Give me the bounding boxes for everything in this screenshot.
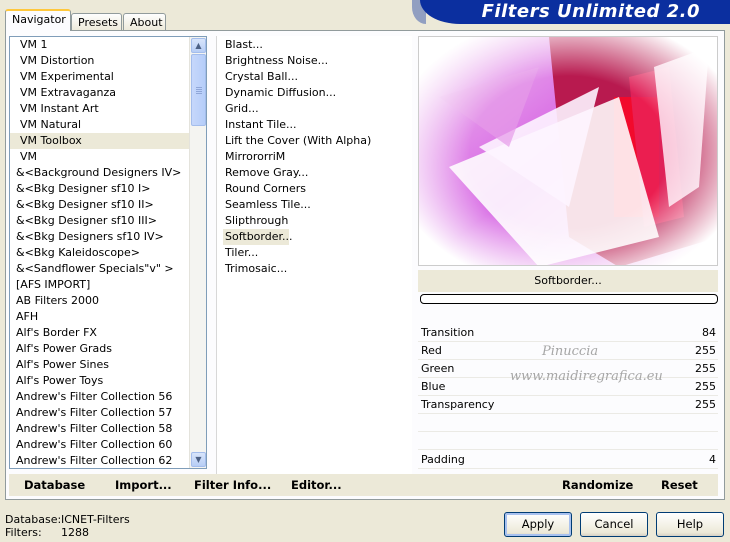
category-item[interactable]: VM Toolbox xyxy=(10,133,190,149)
param-transparency[interactable]: Transparency 255 xyxy=(418,396,718,414)
tab-presets[interactable]: Presets xyxy=(71,13,122,31)
param-value: 255 xyxy=(695,380,716,393)
status-area: Database:ICNET-Filters Filters: 1288 xyxy=(5,513,130,539)
filter-item[interactable]: Blast... xyxy=(217,37,412,53)
database-button[interactable]: Database xyxy=(24,478,85,492)
param-value: 255 xyxy=(695,344,716,357)
randomize-button[interactable]: Randomize xyxy=(562,478,633,492)
param-empty xyxy=(418,432,718,450)
param-label: Red xyxy=(421,344,442,357)
action-bar: Database Import... Filter Info... Editor… xyxy=(9,474,718,496)
import-button[interactable]: Import... xyxy=(115,478,172,492)
category-item[interactable]: Andrew's Filter Collection 60 xyxy=(10,437,190,453)
status-filters-label: Filters: xyxy=(5,526,42,539)
filter-items: Blast... Brightness Noise... Crystal Ball.… xyxy=(217,36,412,277)
filter-item[interactable]: Tiler... xyxy=(217,245,412,261)
category-item[interactable]: Alf's Border FX xyxy=(10,325,190,341)
filter-name-label: Softborder... xyxy=(418,270,718,292)
param-transition[interactable]: Transition 84 xyxy=(418,324,718,342)
apply-button[interactable]: Apply xyxy=(504,512,572,537)
category-item[interactable]: VM xyxy=(10,149,190,165)
filter-item[interactable]: Brightness Noise... xyxy=(217,53,412,69)
filter-item[interactable]: Softborder... xyxy=(223,229,293,245)
category-item[interactable]: &<Bkg Designer sf10 II> xyxy=(10,197,190,213)
app-title-banner: Filters Unlimited 2.0 xyxy=(412,0,730,24)
category-scrollbar[interactable]: ▲ ▼ xyxy=(189,37,206,468)
category-item[interactable]: &<Bkg Designer sf10 III> xyxy=(10,213,190,229)
scroll-up-icon[interactable]: ▲ xyxy=(191,38,206,53)
category-item[interactable]: VM Instant Art xyxy=(10,101,190,117)
status-database-label: Database: xyxy=(5,513,62,526)
param-label: Transparency xyxy=(421,398,495,411)
category-item[interactable]: Andrew's Filter Collection 62 xyxy=(10,453,190,468)
category-item[interactable]: Alf's Power Sines xyxy=(10,357,190,373)
param-green[interactable]: Green 255 xyxy=(418,360,718,378)
category-list[interactable]: VM 1 VM Distortion VM Experimental VM Extra… xyxy=(9,36,207,469)
filter-info-button[interactable]: Filter Info... xyxy=(194,478,271,492)
param-value: 255 xyxy=(695,398,716,411)
category-items: VM 1 VM Distortion VM Experimental VM Extra… xyxy=(10,37,190,468)
status-database-value: ICNET-Filters xyxy=(61,513,130,526)
category-item[interactable]: &<Bkg Designers sf10 IV> xyxy=(10,229,190,245)
param-label: Blue xyxy=(421,380,446,393)
param-value: 84 xyxy=(702,326,716,339)
category-item[interactable]: Andrew's Filter Collection 57 xyxy=(10,405,190,421)
status-filters-value: 1288 xyxy=(61,526,89,539)
category-item[interactable]: AFH xyxy=(10,309,190,325)
filter-item[interactable]: Crystal Ball... xyxy=(217,69,412,85)
tab-about[interactable]: About xyxy=(123,13,166,31)
filter-item[interactable]: Seamless Tile... xyxy=(217,197,412,213)
filter-item[interactable]: Remove Gray... xyxy=(217,165,412,181)
category-item[interactable]: &<Sandflower Specials"v" > xyxy=(10,261,190,277)
param-red[interactable]: Red 255 xyxy=(418,342,718,360)
param-value: 255 xyxy=(695,362,716,375)
category-item[interactable]: [AFS IMPORT] xyxy=(10,277,190,293)
category-item[interactable]: VM Natural xyxy=(10,117,190,133)
category-item[interactable]: &<Background Designers IV> xyxy=(10,165,190,181)
category-item[interactable]: VM Distortion xyxy=(10,53,190,69)
category-item[interactable]: Alf's Power Grads xyxy=(10,341,190,357)
category-item[interactable]: VM Extravaganza xyxy=(10,85,190,101)
category-item[interactable]: VM 1 xyxy=(10,37,190,53)
scroll-down-icon[interactable]: ▼ xyxy=(191,452,206,467)
category-item[interactable]: &<Bkg Designer sf10 I> xyxy=(10,181,190,197)
param-padding[interactable]: Padding 4 xyxy=(418,451,718,469)
filter-item[interactable]: Lift the Cover (With Alpha) xyxy=(217,133,412,149)
category-item[interactable]: Andrew's Filter Collection 58 xyxy=(10,421,190,437)
category-item[interactable]: VM Experimental xyxy=(10,69,190,85)
help-button[interactable]: Help xyxy=(656,512,724,537)
filter-item[interactable]: Slipthrough xyxy=(217,213,412,229)
reset-button[interactable]: Reset xyxy=(661,478,698,492)
progress-bar xyxy=(420,294,718,304)
filter-item[interactable]: Trimosaic... xyxy=(217,261,412,277)
param-value: 4 xyxy=(709,453,716,466)
parameter-list: Transition 84 Red 255 Green 255 Blue 255 Tra… xyxy=(418,324,718,450)
category-item[interactable]: &<Bkg Kaleidoscope> xyxy=(10,245,190,261)
param-label: Padding xyxy=(421,453,465,466)
filter-item[interactable]: Round Corners xyxy=(217,181,412,197)
editor-button[interactable]: Editor... xyxy=(291,478,342,492)
preview-image xyxy=(418,36,718,266)
filter-list[interactable]: Blast... Brightness Noise... Crystal Ball.… xyxy=(216,36,412,496)
filter-item[interactable]: Grid... xyxy=(217,101,412,117)
param-blue[interactable]: Blue 255 xyxy=(418,378,718,396)
filter-item[interactable]: Dynamic Diffusion... xyxy=(217,85,412,101)
param-label: Green xyxy=(421,362,455,375)
param-label: Transition xyxy=(421,326,475,339)
category-item[interactable]: Alf's Power Toys xyxy=(10,373,190,389)
scroll-thumb[interactable] xyxy=(191,54,206,126)
filter-item[interactable]: MirrororriM xyxy=(217,149,412,165)
category-item[interactable]: AB Filters 2000 xyxy=(10,293,190,309)
tab-navigator[interactable]: Navigator xyxy=(5,9,71,31)
cancel-button[interactable]: Cancel xyxy=(580,512,648,537)
param-empty xyxy=(418,414,718,432)
filter-item[interactable]: Instant Tile... xyxy=(217,117,412,133)
category-item[interactable]: Andrew's Filter Collection 56 xyxy=(10,389,190,405)
